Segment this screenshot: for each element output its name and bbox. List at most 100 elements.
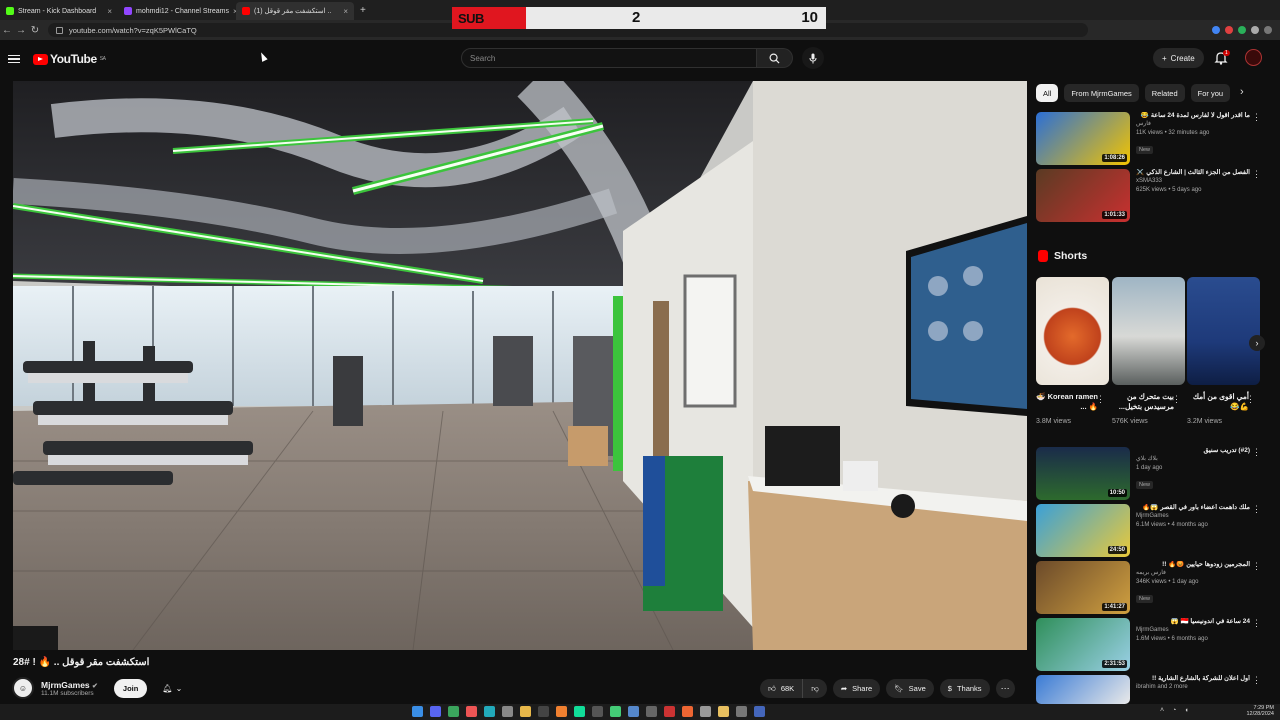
- app-icon[interactable]: [646, 706, 657, 717]
- app-icon[interactable]: [556, 706, 567, 717]
- extension-icon[interactable]: [1212, 26, 1220, 34]
- video-title[interactable]: ملك داهمت أعضاء باور في القصر 😱🔥: [1136, 504, 1250, 512]
- chevron-right-icon[interactable]: ›: [1249, 335, 1265, 351]
- short-title[interactable]: بيت متحرك من مرسيدس بتخيل...: [1112, 392, 1174, 412]
- video-thumbnail[interactable]: 24:50: [1036, 504, 1130, 557]
- video-title[interactable]: ما اقدر اقول لا لفارس لمدة 24 ساعة 😂: [1136, 112, 1250, 120]
- browser-tab-twitch[interactable]: mohmdi12 - Channel Streams ×: [118, 2, 236, 20]
- list-item[interactable]: أول اعلان للشركة بالشارع الشارية !! ibra…: [1036, 675, 1261, 704]
- video-thumbnail[interactable]: 2:31:53: [1036, 618, 1130, 671]
- chip-all[interactable]: All: [1036, 84, 1059, 102]
- chevron-up-icon[interactable]: ˄: [1160, 707, 1164, 714]
- reload-icon[interactable]: ↻: [28, 25, 42, 36]
- join-button[interactable]: Join: [113, 678, 148, 698]
- video-thumbnail[interactable]: [1036, 675, 1130, 704]
- video-title[interactable]: (#2) تدريب سنيق: [1136, 447, 1250, 455]
- account-avatar[interactable]: [1245, 49, 1262, 66]
- app-icon[interactable]: [664, 706, 675, 717]
- video-title[interactable]: الفصل من الجزء الثالث | الشارع الذكي ⚔️: [1136, 169, 1250, 177]
- list-item[interactable]: 1:41:27 المجرمين زودوها حيايين 😡🔥 !! فار…: [1036, 561, 1261, 614]
- kebab-menu-icon[interactable]: ⋮: [1252, 169, 1261, 222]
- app-icon[interactable]: [628, 706, 639, 717]
- app-icon[interactable]: [718, 706, 729, 717]
- close-icon[interactable]: ×: [343, 7, 348, 16]
- search-button[interactable]: [757, 48, 793, 68]
- short-thumbnail[interactable]: [1112, 277, 1185, 385]
- profile-icon[interactable]: [1264, 26, 1272, 34]
- browser-tab-youtube[interactable]: (1) استكشفت مقر قوقل .. ×: [236, 2, 354, 20]
- video-thumbnail[interactable]: 1:01:33: [1036, 169, 1130, 222]
- app-icon[interactable]: [610, 706, 621, 717]
- new-tab-button[interactable]: +: [360, 5, 366, 16]
- video-title[interactable]: المجرمين زودوها حيايين 😡🔥 !!: [1136, 561, 1250, 569]
- video-player[interactable]: [13, 81, 1027, 650]
- youtube-logo[interactable]: YouTube SA: [33, 52, 106, 66]
- kebab-menu-icon[interactable]: ⋮: [1246, 394, 1255, 405]
- kebab-menu-icon[interactable]: ⋮: [1252, 112, 1261, 165]
- list-item[interactable]: 1:08:26 ما اقدر اقول لا لفارس لمدة 24 سا…: [1036, 112, 1261, 165]
- channel-avatar[interactable]: ☺: [12, 677, 34, 699]
- extension-icon[interactable]: [1225, 26, 1233, 34]
- forward-arrow-icon[interactable]: →: [14, 25, 28, 36]
- thanks-button[interactable]: $ Thanks: [939, 679, 990, 698]
- folder-icon[interactable]: [520, 706, 531, 717]
- kebab-menu-icon[interactable]: ⋮: [1252, 675, 1261, 704]
- list-item[interactable]: 24:50 ملك داهمت أعضاء باور في القصر 😱🔥 M…: [1036, 504, 1261, 557]
- short-title[interactable]: أمي اقوى من أمك 💪😂: [1187, 392, 1249, 412]
- chevron-right-icon[interactable]: ›: [1240, 86, 1244, 98]
- more-actions-icon[interactable]: ⋯: [995, 679, 1015, 698]
- wifi-icon[interactable]: ◔: [1172, 707, 1176, 714]
- voice-search-button[interactable]: [802, 47, 824, 69]
- kebab-menu-icon[interactable]: ⋮: [1252, 504, 1261, 557]
- save-button[interactable]: 🔖︎ Save: [886, 679, 934, 698]
- app-icon[interactable]: [502, 706, 513, 717]
- edge-icon[interactable]: [484, 706, 495, 717]
- video-title[interactable]: أول اعلان للشركة بالشارع الشارية !!: [1136, 675, 1250, 683]
- discord-icon[interactable]: [430, 706, 441, 717]
- kebab-menu-icon[interactable]: ⋮: [1252, 618, 1261, 671]
- short-title[interactable]: Korean ramen 🍜 🔥 ...: [1036, 392, 1098, 412]
- brave-icon[interactable]: [466, 706, 477, 717]
- list-item[interactable]: 1:01:33 الفصل من الجزء الثالث | الشارع ا…: [1036, 169, 1261, 222]
- shorts-heading: Shorts: [1038, 250, 1087, 262]
- steam-icon[interactable]: [538, 706, 549, 717]
- short-thumbnail[interactable]: [1036, 277, 1109, 385]
- app-icon[interactable]: [682, 706, 693, 717]
- channel-name[interactable]: MjrmGames ✔: [41, 680, 98, 690]
- subscription-bell-button[interactable]: 🔔︎ ⌄: [155, 679, 189, 698]
- volume-icon[interactable]: ◖: [1184, 707, 1188, 714]
- list-item[interactable]: 2:31:53 24 ساعة في اندونيسيا 🇮🇩 😱 MjrmGa…: [1036, 618, 1261, 671]
- close-icon[interactable]: ×: [107, 7, 112, 16]
- video-thumbnail[interactable]: 1:08:26: [1036, 112, 1130, 165]
- app-icon[interactable]: [736, 706, 747, 717]
- app-icon[interactable]: [574, 706, 585, 717]
- taskbar-clock[interactable]: 7:29 PM 12/28/2024: [1246, 705, 1274, 717]
- extension-icon[interactable]: [1251, 26, 1259, 34]
- video-title[interactable]: 24 ساعة في اندونيسيا 🇮🇩 😱: [1136, 618, 1250, 626]
- chip-from-channel[interactable]: From MjrmGames: [1064, 84, 1139, 102]
- kebab-menu-icon[interactable]: ⋮: [1252, 447, 1261, 500]
- like-button[interactable]: 👍︎ 68K: [760, 679, 803, 698]
- chrome-icon[interactable]: [448, 706, 459, 717]
- video-thumbnail[interactable]: 1:41:27: [1036, 561, 1130, 614]
- extension-icon[interactable]: [1238, 26, 1246, 34]
- kebab-menu-icon[interactable]: ⋮: [1252, 561, 1261, 614]
- app-icon[interactable]: [700, 706, 711, 717]
- app-icon[interactable]: [754, 706, 765, 717]
- windows-start-icon[interactable]: [412, 706, 423, 717]
- share-button[interactable]: ➦ Share: [832, 679, 881, 698]
- video-thumbnail[interactable]: 10:50: [1036, 447, 1130, 500]
- search-input[interactable]: Search: [461, 48, 757, 68]
- list-item[interactable]: 10:50 (#2) تدريب سنيق بلاك بلاي 1 day ag…: [1036, 447, 1261, 500]
- kebab-menu-icon[interactable]: ⋮: [1096, 394, 1105, 405]
- chip-related[interactable]: Related: [1144, 84, 1185, 102]
- hamburger-menu-icon[interactable]: [8, 54, 20, 64]
- chip-for-you[interactable]: For you: [1190, 84, 1231, 102]
- browser-tab-kick[interactable]: Stream - Kick Dashboard ×: [0, 2, 118, 20]
- kebab-menu-icon[interactable]: ⋮: [1172, 394, 1181, 405]
- short-thumbnail[interactable]: [1187, 277, 1260, 385]
- app-icon[interactable]: [592, 706, 603, 717]
- dislike-button[interactable]: 👎︎: [803, 679, 827, 698]
- back-arrow-icon[interactable]: ←: [0, 25, 14, 36]
- create-button[interactable]: + Create: [1153, 48, 1204, 68]
